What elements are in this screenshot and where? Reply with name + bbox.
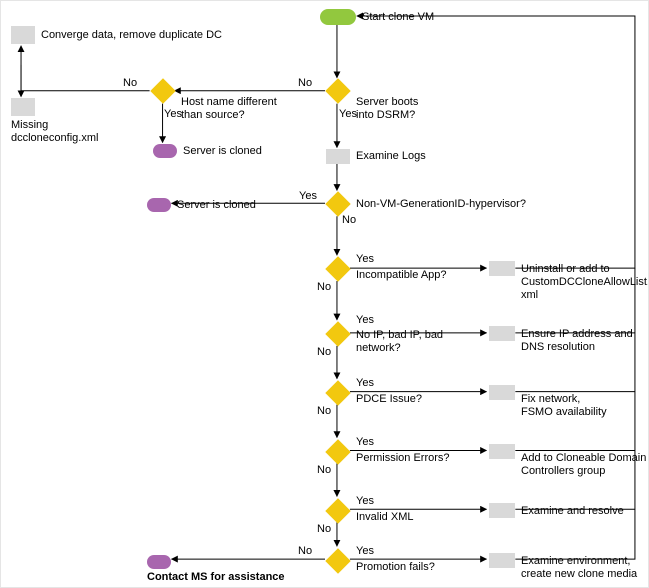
examine-logs-label: Examine Logs [356,150,426,162]
examine-logs-box [326,149,350,164]
start-label: Start clone VM [362,11,434,23]
hostname-text-1: Host name different [181,96,277,108]
cloned-label-1: Server is cloned [183,145,262,157]
missing-label-2: dccloneconfig.xml [11,132,98,144]
uninstall-2: CustomDCCloneAllowList. [521,276,649,288]
decision-xml [325,498,350,523]
perm-yes: Yes [356,436,374,448]
action-resolve-box [489,503,515,518]
hostname-yes: Yes [164,108,182,120]
cloned-label-2: Server is cloned [177,199,256,211]
converge-box [11,26,35,44]
ensureip-2: DNS resolution [521,341,595,353]
fixnet-1: Fix network, [521,393,580,405]
nonvm-no: No [342,214,356,226]
promo-yes: Yes [356,545,374,557]
incompat-yes: Yes [356,253,374,265]
promo-text: Promotion fails? [356,561,435,573]
incompat-no: No [317,281,331,293]
perm-text: Permission Errors? [356,452,450,464]
ip-text-1: No IP, bad IP, bad [356,329,443,341]
decision-ip [325,321,350,346]
flowchart-canvas: Start clone VM Converge data, remove dup… [0,0,649,588]
addclone-2: Controllers group [521,465,605,477]
dsrm-text-1: Server boots [356,96,418,108]
perm-no: No [317,464,331,476]
dsrm-yes: Yes [339,108,357,120]
pdce-no: No [317,405,331,417]
action-addclone-box [489,444,515,459]
xml-no: No [317,523,331,535]
ip-no: No [317,346,331,358]
action-env-box [489,553,515,568]
incompat-text: Incompatible App? [356,269,447,281]
decision-dsrm [325,78,350,103]
action-fixnet-box [489,385,515,400]
promo-no: No [298,545,312,557]
env-2: create new clone media [521,568,637,580]
missing-label-1: Missing [11,119,48,131]
converge-label: Converge data, remove duplicate DC [41,29,222,41]
hostname-no: No [123,77,137,89]
decision-incompat [325,256,350,281]
missing-box [11,98,35,116]
contact-label: Contact MS for assistance [147,571,285,583]
env-1: Examine environment, [521,555,630,567]
pdce-text: PDCE Issue? [356,393,422,405]
decision-pdce [325,380,350,405]
addclone-1: Add to Cloneable Domain [521,452,646,464]
decision-perm [325,439,350,464]
cloned-node-2 [147,198,171,212]
dsrm-text-2: into DSRM? [356,109,415,121]
ip-yes: Yes [356,314,374,326]
resolve-1: Examine and resolve [521,505,624,517]
decision-hostname [150,78,175,103]
dsrm-no: No [298,77,312,89]
connector-lines [1,1,648,587]
action-uninstall-box [489,261,515,276]
ensureip-1: Ensure IP address and [521,328,633,340]
pdce-yes: Yes [356,377,374,389]
fixnet-2: FSMO availability [521,406,607,418]
uninstall-3: xml [521,289,538,301]
contact-node [147,555,171,569]
hostname-text-2: than source? [181,109,245,121]
cloned-node-1 [153,144,177,158]
ip-text-2: network? [356,342,401,354]
xml-text: Invalid XML [356,511,413,523]
nonvm-text: Non-VM-GenerationID-hypervisor? [356,198,526,210]
uninstall-1: Uninstall or add to [521,263,610,275]
start-node [320,9,356,25]
action-ensureip-box [489,326,515,341]
nonvm-yes: Yes [299,190,317,202]
decision-promo [325,548,350,573]
decision-nonvm [325,191,350,216]
xml-yes: Yes [356,495,374,507]
